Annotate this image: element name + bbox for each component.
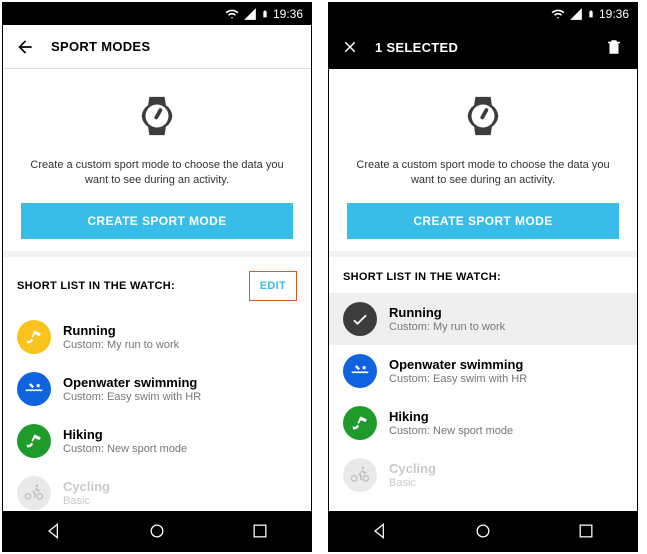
item-title: Cycling — [63, 479, 110, 494]
android-navbar — [329, 511, 637, 551]
item-title: Hiking — [389, 409, 513, 424]
phone-right: 19:36 1 SELECTED Create a custom sport m… — [328, 2, 638, 552]
check-icon — [343, 302, 377, 336]
subheader-title: SHORT LIST IN THE WATCH: — [343, 271, 501, 283]
appbar-title: 1 SELECTED — [375, 40, 458, 55]
content: Create a custom sport mode to choose the… — [329, 69, 637, 511]
item-title: Openwater swimming — [389, 357, 527, 372]
app-bar: SPORT MODES — [3, 25, 311, 69]
item-subtitle: Custom: My run to work — [63, 339, 179, 351]
watch-icon — [134, 93, 180, 139]
trash-icon[interactable] — [605, 38, 623, 56]
nav-recent-button[interactable] — [240, 511, 280, 551]
content: Create a custom sport mode to choose the… — [3, 69, 311, 511]
list-item[interactable]: Openwater swimmingCustom: Easy swim with… — [329, 345, 637, 397]
list-item[interactable]: Openwater swimmingCustom: Easy swim with… — [3, 363, 311, 415]
wifi-icon — [551, 7, 565, 21]
appbar-title: SPORT MODES — [51, 39, 150, 54]
signal-icon — [243, 7, 257, 21]
hiking-icon — [343, 406, 377, 440]
item-subtitle: Custom: My run to work — [389, 321, 505, 333]
item-title: Running — [63, 323, 179, 338]
hero-text: Create a custom sport mode to choose the… — [21, 158, 293, 189]
subheader: SHORT LIST IN THE WATCH: EDIT — [3, 257, 311, 311]
item-title: Running — [389, 305, 505, 320]
nav-back-button[interactable] — [34, 511, 74, 551]
item-title: Hiking — [63, 427, 187, 442]
battery-icon — [261, 7, 269, 21]
item-subtitle: Custom: Easy swim with HR — [389, 373, 527, 385]
item-subtitle: Custom: Easy swim with HR — [63, 391, 201, 403]
item-subtitle: Basic — [389, 477, 436, 489]
hero: Create a custom sport mode to choose the… — [329, 69, 637, 257]
hero: Create a custom sport mode to choose the… — [3, 69, 311, 257]
cycling-icon — [343, 458, 377, 492]
list-item[interactable]: CyclingBasic — [329, 449, 637, 501]
subheader: SHORT LIST IN THE WATCH: — [329, 257, 637, 293]
swimming-icon — [17, 372, 51, 406]
hiking-icon — [17, 424, 51, 458]
create-sport-mode-button[interactable]: CREATE SPORT MODE — [21, 203, 293, 239]
nav-recent-button[interactable] — [566, 511, 606, 551]
status-time: 19:36 — [273, 7, 303, 21]
edit-button[interactable]: EDIT — [249, 271, 297, 301]
list-item[interactable]: HikingCustom: New sport mode — [329, 397, 637, 449]
swimming-icon — [343, 354, 377, 388]
item-subtitle: Custom: New sport mode — [389, 425, 513, 437]
status-bar: 19:36 — [3, 3, 311, 25]
android-navbar — [3, 511, 311, 551]
hero-text: Create a custom sport mode to choose the… — [347, 158, 619, 189]
wifi-icon — [225, 7, 239, 21]
list-item[interactable]: CyclingBasic — [3, 467, 311, 511]
watch-icon — [460, 93, 506, 139]
status-time: 19:36 — [599, 7, 629, 21]
phone-left: 19:36 SPORT MODES Create a custom sport … — [2, 2, 312, 552]
nav-home-button[interactable] — [137, 511, 177, 551]
sport-mode-list: RunningCustom: My run to workOpenwater s… — [3, 311, 311, 511]
running-icon — [17, 320, 51, 354]
sport-mode-list: RunningCustom: My run to workOpenwater s… — [329, 293, 637, 501]
status-bar: 19:36 — [329, 3, 637, 25]
item-subtitle: Basic — [63, 495, 110, 507]
item-subtitle: Custom: New sport mode — [63, 443, 187, 455]
nav-back-button[interactable] — [360, 511, 400, 551]
app-bar-selection: 1 SELECTED — [329, 25, 637, 69]
list-item[interactable]: RunningCustom: My run to work — [3, 311, 311, 363]
subheader-title: SHORT LIST IN THE WATCH: — [17, 280, 175, 292]
create-sport-mode-button[interactable]: CREATE SPORT MODE — [347, 203, 619, 239]
back-icon[interactable] — [15, 37, 35, 57]
list-item[interactable]: RunningCustom: My run to work — [329, 293, 637, 345]
close-icon[interactable] — [341, 38, 359, 56]
cycling-icon — [17, 476, 51, 510]
signal-icon — [569, 7, 583, 21]
nav-home-button[interactable] — [463, 511, 503, 551]
list-item[interactable]: HikingCustom: New sport mode — [3, 415, 311, 467]
item-title: Openwater swimming — [63, 375, 201, 390]
item-title: Cycling — [389, 461, 436, 476]
battery-icon — [587, 7, 595, 21]
